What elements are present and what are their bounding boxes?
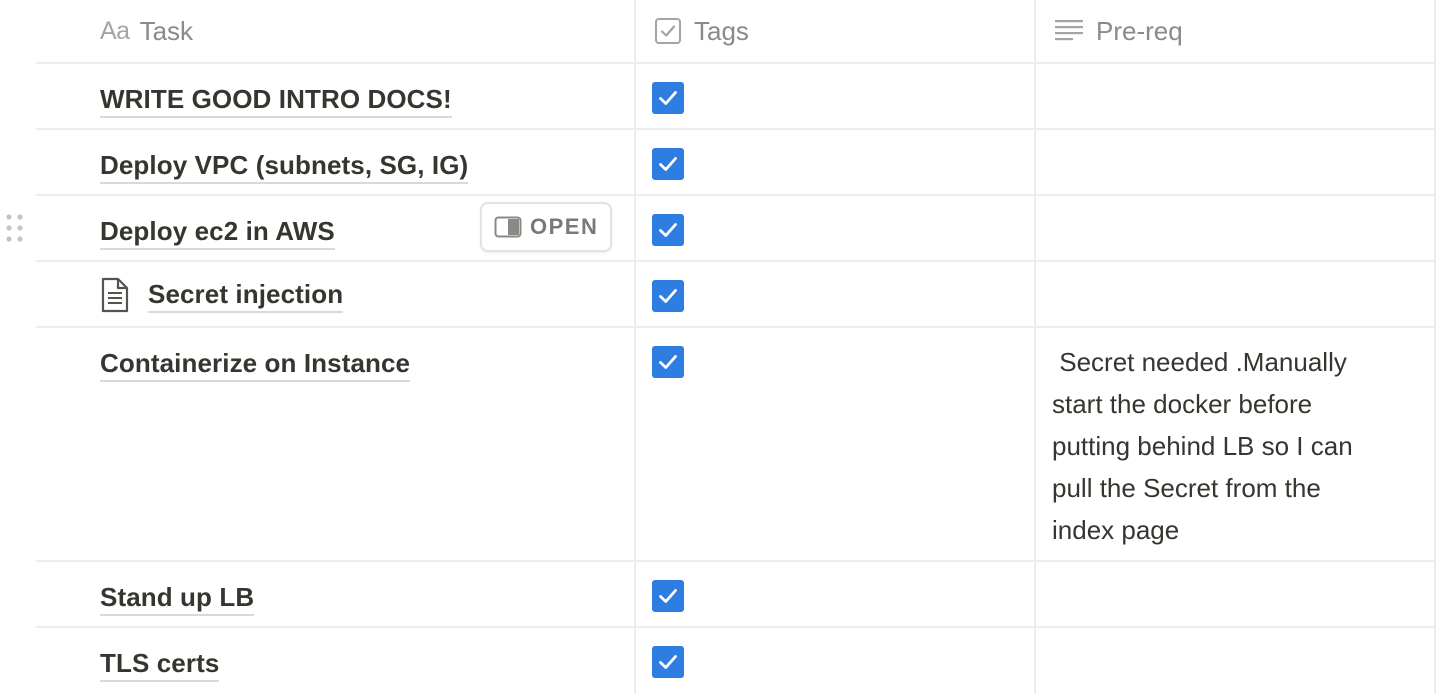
checkbox-property-icon (654, 17, 682, 45)
column-header-task[interactable]: Aa Task (36, 0, 636, 62)
table-header: Aa Task Tags Pre-req (36, 0, 1436, 64)
task-title[interactable]: TLS certs (100, 646, 220, 682)
prereq-cell[interactable] (1036, 64, 1436, 128)
prereq-cell[interactable] (1036, 130, 1436, 194)
tags-checkbox[interactable] (652, 646, 684, 678)
tags-checkbox[interactable] (652, 148, 684, 180)
task-title[interactable]: Containerize on Instance (100, 346, 411, 382)
task-cell[interactable]: Containerize on Instance (36, 328, 636, 560)
task-cell[interactable]: Deploy VPC (subnets, SG, IG) (36, 130, 636, 194)
table-row[interactable]: Stand up LB (36, 562, 1436, 628)
tags-cell[interactable] (636, 262, 1036, 326)
task-cell[interactable]: WRITE GOOD INTRO DOCS! (36, 64, 636, 128)
tags-checkbox[interactable] (652, 214, 684, 246)
column-header-prereq[interactable]: Pre-req (1036, 0, 1436, 62)
table-row[interactable]: Deploy ec2 in AWS OPEN (36, 196, 1436, 262)
tags-cell[interactable] (636, 628, 1036, 694)
task-title[interactable]: Deploy ec2 in AWS (100, 214, 335, 250)
task-title[interactable]: Deploy VPC (subnets, SG, IG) (100, 148, 469, 184)
column-label-prereq: Pre-req (1096, 15, 1183, 46)
tags-cell[interactable] (636, 328, 1036, 560)
table-row[interactable]: TLS certs (36, 628, 1436, 694)
prereq-cell[interactable] (1036, 196, 1436, 260)
text-lines-icon (1054, 18, 1084, 44)
tags-checkbox[interactable] (652, 82, 684, 114)
task-title[interactable]: Secret injection (148, 277, 344, 313)
task-title[interactable]: Stand up LB (100, 580, 255, 616)
tags-cell[interactable] (636, 196, 1036, 260)
task-cell[interactable]: TLS certs (36, 628, 636, 694)
tags-cell[interactable] (636, 562, 1036, 626)
prereq-cell[interactable] (1036, 262, 1436, 326)
task-cell[interactable]: Deploy ec2 in AWS OPEN (36, 196, 636, 260)
checkmark-icon (659, 655, 677, 669)
database-table: Aa Task Tags Pre-req WRITE GOOD INTRO DO… (36, 0, 1436, 694)
checkmark-icon (659, 289, 677, 303)
table-row[interactable]: WRITE GOOD INTRO DOCS! (36, 64, 1436, 130)
side-peek-icon (494, 216, 522, 238)
table-row[interactable]: Secret injection (36, 262, 1436, 328)
checkmark-icon (659, 355, 677, 369)
checkmark-icon (659, 91, 677, 105)
task-cell[interactable]: Stand up LB (36, 562, 636, 626)
checkmark-icon (659, 157, 677, 171)
prereq-cell[interactable]: Secret needed .Manually start the docker… (1036, 328, 1436, 560)
tags-checkbox[interactable] (652, 280, 684, 312)
column-label-task: Task (139, 15, 194, 46)
task-title[interactable]: WRITE GOOD INTRO DOCS! (100, 82, 452, 118)
open-page-button[interactable]: OPEN (480, 202, 612, 252)
checkmark-icon (659, 589, 677, 603)
prereq-text: Secret needed .Manually start the docker… (1052, 347, 1353, 545)
drag-handle-icon[interactable] (4, 212, 26, 246)
prereq-cell[interactable] (1036, 562, 1436, 626)
open-button-label: OPEN (530, 214, 599, 239)
prereq-cell[interactable] (1036, 628, 1436, 694)
tags-cell[interactable] (636, 64, 1036, 128)
column-label-tags: Tags (694, 15, 749, 46)
tags-checkbox[interactable] (652, 580, 684, 612)
tags-cell[interactable] (636, 130, 1036, 194)
tags-checkbox[interactable] (652, 346, 684, 378)
page-document-icon (100, 277, 130, 313)
column-header-tags[interactable]: Tags (636, 0, 1036, 62)
checkmark-icon (659, 223, 677, 237)
table-row[interactable]: Deploy VPC (subnets, SG, IG) (36, 130, 1436, 196)
task-cell[interactable]: Secret injection (36, 262, 636, 326)
table-row[interactable]: Containerize on Instance Secret needed .… (36, 328, 1436, 562)
text-aa-icon: Aa (100, 16, 130, 45)
